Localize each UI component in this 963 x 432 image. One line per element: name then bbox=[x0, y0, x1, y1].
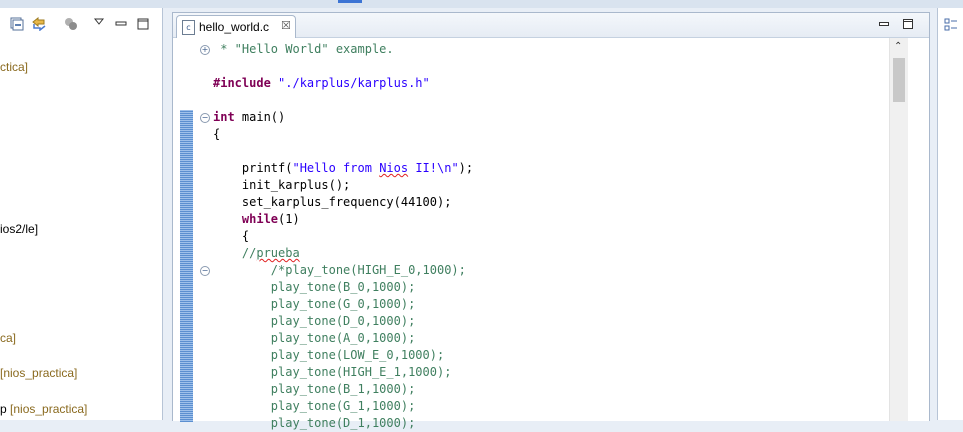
code-token: set_karplus_frequency(44100); bbox=[213, 195, 452, 209]
explorer-toolbar bbox=[0, 8, 162, 36]
editor-tab-bar: c hello_world.c ☒ bbox=[173, 13, 929, 38]
c-source-file-icon: c bbox=[182, 20, 195, 35]
code-token: #include bbox=[213, 76, 279, 90]
tab-hello-world[interactable]: c hello_world.c ☒ bbox=[176, 15, 296, 38]
code-line[interactable]: play_tone(HIGH_E_1,1000); bbox=[213, 364, 452, 381]
code-area[interactable]: ⌃ * "Hello World" example. + #include "./k… bbox=[173, 38, 929, 430]
change-ruler bbox=[180, 110, 193, 422]
code-token: ); bbox=[458, 161, 474, 175]
code-token: play_tone(D_0,1000); bbox=[213, 314, 416, 328]
pane-splitter[interactable] bbox=[163, 8, 172, 420]
collapse-fold-icon[interactable]: − bbox=[200, 113, 210, 123]
tree-item[interactable]: ios2/le] bbox=[0, 222, 38, 236]
code-token: "Hello from bbox=[292, 161, 380, 175]
expand-fold-icon[interactable]: + bbox=[200, 45, 210, 55]
outline-view-icon[interactable] bbox=[944, 18, 958, 32]
code-token: play_tone(B_1,1000); bbox=[213, 382, 416, 396]
code-line[interactable]: play_tone(G_0,1000); bbox=[213, 296, 416, 313]
code-token: init_karplus(); bbox=[213, 178, 351, 192]
minimize-icon[interactable] bbox=[879, 19, 889, 29]
tree-item-label: ios2/le] bbox=[0, 222, 39, 236]
link-with-editor-icon[interactable] bbox=[32, 17, 46, 31]
code-token: printf( bbox=[213, 161, 293, 175]
code-line[interactable]: { bbox=[213, 228, 249, 245]
code-token: play_tone(A_0,1000); bbox=[213, 331, 416, 345]
code-token: while bbox=[241, 212, 279, 226]
maximize-icon[interactable] bbox=[136, 17, 150, 31]
filters-icon[interactable] bbox=[64, 17, 78, 31]
code-line[interactable]: play_tone(B_1,1000); bbox=[213, 381, 416, 398]
code-line[interactable]: while(1) bbox=[213, 211, 300, 228]
code-line[interactable]: //prueba bbox=[213, 245, 300, 262]
code-line[interactable]: set_karplus_frequency(44100); bbox=[213, 194, 452, 211]
tree-item-decoration: [nios_practica] bbox=[10, 402, 88, 416]
code-token: play_tone(B_0,1000); bbox=[213, 280, 416, 294]
collapse-fold-icon[interactable]: − bbox=[200, 266, 210, 276]
tree-item-label: [nios_practica] bbox=[0, 366, 78, 380]
code-line[interactable]: * "Hello World" example. bbox=[213, 41, 394, 58]
code-editor: c hello_world.c ☒ ⌃ * "Hello World" exam… bbox=[172, 12, 930, 430]
outline-pane bbox=[937, 8, 963, 420]
perspective-indicator bbox=[338, 0, 362, 3]
code-token: play_tone(G_1,1000); bbox=[213, 399, 416, 413]
code-token: II!\n" bbox=[408, 161, 459, 175]
minimize-icon[interactable] bbox=[114, 17, 128, 31]
tree-item-label: ca] bbox=[0, 331, 17, 345]
code-token: (1) bbox=[278, 212, 300, 226]
code-token: Nios bbox=[379, 161, 409, 175]
code-line[interactable]: /*play_tone(HIGH_E_0,1000); bbox=[213, 262, 466, 279]
scroll-up-icon[interactable]: ⌃ bbox=[894, 41, 902, 52]
code-token: { bbox=[213, 127, 221, 141]
code-token: play_tone(G_0,1000); bbox=[213, 297, 416, 311]
view-menu-icon[interactable] bbox=[92, 15, 106, 29]
code-token: play_tone(D_1,1000); bbox=[213, 416, 416, 430]
collapse-all-icon[interactable] bbox=[10, 17, 24, 31]
code-token: play_tone(LOW_E_0,1000); bbox=[213, 348, 445, 362]
code-token: // bbox=[213, 246, 257, 260]
project-explorer: ctica] ios2/le] ca] [nios_practica] p [n… bbox=[0, 8, 163, 420]
code-line[interactable]: play_tone(A_0,1000); bbox=[213, 330, 416, 347]
code-line[interactable]: play_tone(G_1,1000); bbox=[213, 398, 416, 415]
code-token: /*play_tone(HIGH_E_0,1000); bbox=[213, 263, 466, 277]
code-line[interactable]: #include "./karplus/karplus.h" bbox=[213, 75, 430, 92]
code-line[interactable]: play_tone(LOW_E_0,1000); bbox=[213, 347, 444, 364]
code-line[interactable]: init_karplus(); bbox=[213, 177, 350, 194]
code-line[interactable]: play_tone(B_0,1000); bbox=[213, 279, 416, 296]
code-line[interactable]: printf("Hello from Nios II!\n"); bbox=[213, 160, 473, 177]
code-token: int bbox=[213, 110, 235, 124]
tree-item-label: ctica] bbox=[0, 60, 29, 74]
code-token: { bbox=[213, 229, 250, 243]
code-token: "./karplus/karplus.h" bbox=[278, 76, 430, 90]
tree-item[interactable]: ctica] bbox=[0, 60, 28, 74]
top-strip bbox=[0, 0, 963, 8]
code-token: * "Hello World" example. bbox=[213, 42, 394, 56]
tree-item-label: p bbox=[0, 402, 11, 416]
close-icon[interactable]: ☒ bbox=[281, 19, 291, 32]
tab-label: hello_world.c bbox=[199, 20, 270, 34]
code-line[interactable]: play_tone(D_0,1000); bbox=[213, 313, 416, 330]
tree-item[interactable]: [nios_practica] bbox=[0, 366, 77, 380]
code-token: play_tone(HIGH_E_1,1000); bbox=[213, 365, 452, 379]
code-line[interactable]: { bbox=[213, 126, 220, 143]
scroll-thumb[interactable] bbox=[893, 58, 905, 102]
tree-item[interactable]: ca] bbox=[0, 331, 16, 345]
code-token: main() bbox=[234, 110, 286, 124]
code-line[interactable]: play_tone(D_1,1000); bbox=[213, 415, 416, 432]
tree-item[interactable]: p [nios_practica] bbox=[0, 402, 87, 416]
code-line[interactable]: int main() bbox=[213, 109, 285, 126]
maximize-icon[interactable] bbox=[903, 19, 913, 29]
code-token: prueba bbox=[256, 246, 300, 260]
vertical-scrollbar[interactable]: ⌃ bbox=[889, 38, 908, 421]
